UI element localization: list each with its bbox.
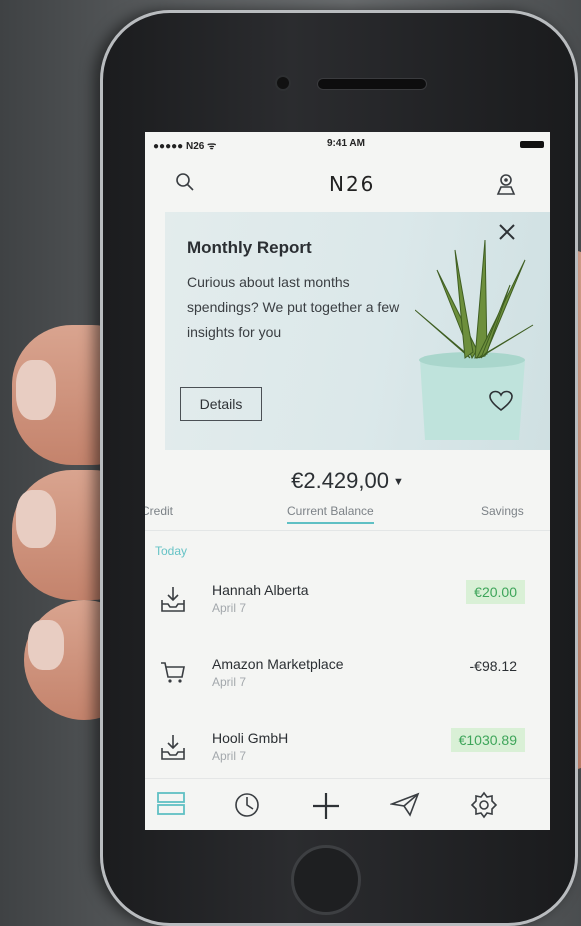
inbox-icon — [159, 584, 187, 619]
profile-icon[interactable] — [495, 172, 517, 201]
home-button[interactable] — [291, 845, 361, 915]
fingernail — [16, 490, 56, 548]
transaction-name: Amazon Marketplace — [212, 656, 344, 672]
heart-icon[interactable] — [489, 390, 513, 417]
clock: 9:41 AM — [327, 138, 365, 149]
report-body: Curious about last months spendings? We … — [187, 274, 400, 340]
tab-credit[interactable]: Credit — [145, 504, 173, 518]
details-button[interactable]: Details — [180, 387, 262, 421]
transaction-date: April 7 — [212, 601, 247, 615]
cart-icon — [159, 658, 187, 691]
balance-display[interactable]: €2.429,00 ▼ — [145, 468, 550, 494]
tab-current-balance[interactable]: Current Balance — [287, 504, 374, 524]
transaction-amount: -€98.12 — [469, 658, 517, 674]
transaction-row[interactable]: Hannah Alberta April 7 €20.00 — [145, 580, 550, 630]
app-header: N26 — [145, 168, 550, 204]
transaction-amount: €20.00 — [466, 580, 525, 604]
add-plus-icon[interactable] — [311, 791, 341, 826]
transaction-row[interactable]: Amazon Marketplace April 7 -€98.12 — [145, 654, 550, 704]
settings-gear-icon[interactable] — [470, 791, 498, 824]
dropdown-caret-icon: ▼ — [392, 476, 404, 489]
search-icon[interactable] — [175, 172, 195, 197]
divider — [145, 530, 550, 531]
app-screen: ●●●●● N26 ᯤ 9:41 AM N26 Monthly Report C… — [145, 132, 550, 830]
tab-savings[interactable]: Savings — [481, 504, 524, 518]
close-icon[interactable] — [497, 222, 517, 247]
section-header-today: Today — [155, 544, 188, 558]
bottom-tab-bar — [145, 778, 550, 830]
status-bar: ●●●●● N26 ᯤ 9:41 AM — [145, 132, 550, 156]
battery-icon — [520, 141, 544, 148]
carrier-signal: ●●●●● N26 ᯤ — [153, 141, 217, 152]
n26-logo: N26 — [329, 172, 376, 196]
transaction-name: Hooli GmbH — [212, 730, 289, 746]
fingernail — [28, 620, 64, 670]
inbox-icon — [159, 732, 187, 767]
transaction-amount: €1030.89 — [450, 728, 525, 752]
send-paperplane-icon[interactable] — [388, 791, 420, 822]
fingernail — [16, 360, 56, 420]
report-title: Monthly Report — [187, 238, 312, 257]
transaction-row[interactable]: Hooli GmbH April 7 €1030.89 — [145, 728, 550, 778]
front-camera — [275, 75, 291, 91]
stats-clock-icon[interactable] — [233, 791, 261, 824]
transaction-date: April 7 — [212, 749, 247, 763]
earpiece-speaker — [317, 78, 427, 90]
plant-illustration — [415, 239, 534, 440]
transaction-name: Hannah Alberta — [212, 582, 309, 598]
balance-amount: €2.429,00 — [291, 468, 389, 493]
transactions-tab-icon[interactable] — [157, 791, 185, 822]
transaction-date: April 7 — [212, 675, 247, 689]
